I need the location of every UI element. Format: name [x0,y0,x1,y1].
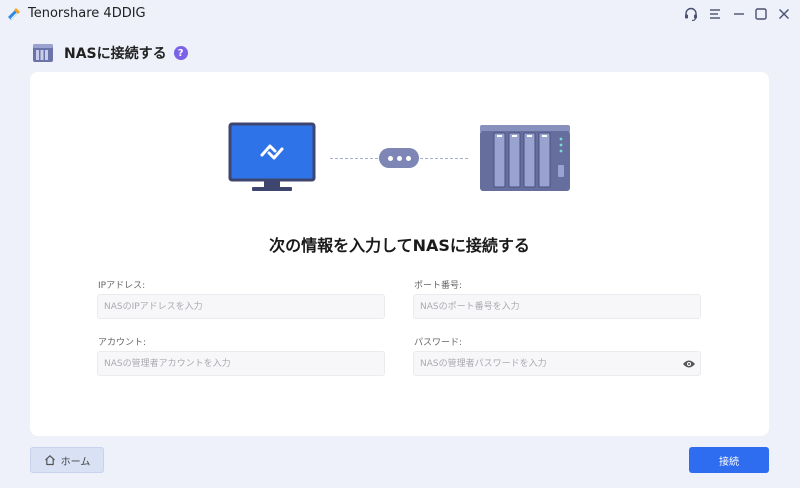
maximize-button[interactable] [752,5,770,23]
app-logo-icon [8,8,20,20]
password-label: パスワード: [414,338,463,348]
connection-card: 次の情報を入力してNASに接続する IPアドレス: ポート番号: アカウント: … [30,72,769,436]
home-button[interactable]: ホーム [30,447,104,473]
menu-icon [710,9,720,19]
eye-icon[interactable] [682,359,696,369]
port-label: ポート番号: [414,281,463,291]
close-icon [779,9,789,19]
connection-line-left [330,158,378,159]
home-button-label: ホーム [60,456,91,468]
form-title: 次の情報を入力してNASに接続する [269,236,530,255]
nas-device-icon [480,125,570,191]
ip-label: IPアドレス: [98,281,146,291]
account-label: アカウント: [98,338,147,348]
section-header: NASに接続する ? [32,42,188,64]
port-input[interactable] [413,294,701,319]
connecting-dots-icon [379,148,419,168]
help-icon[interactable]: ? [173,46,188,60]
connection-line-right [420,158,468,159]
nas-icon [33,44,53,62]
account-input[interactable] [97,351,385,376]
minimize-button[interactable] [730,5,748,23]
maximize-icon [755,8,767,20]
home-icon [44,455,55,466]
support-button[interactable] [682,5,700,23]
password-input[interactable] [413,351,701,376]
menu-button[interactable] [706,5,724,23]
page-title: NASに接続する [64,46,167,62]
title-bar: Tenorshare 4DDIG [0,0,800,30]
headset-icon [685,7,697,22]
connect-button[interactable]: 接続 [689,447,769,473]
minimize-icon [734,13,744,15]
app-title: Tenorshare 4DDIG [28,6,146,21]
close-button[interactable] [775,5,793,23]
computer-monitor-icon [228,122,316,191]
ip-address-input[interactable] [97,294,385,319]
